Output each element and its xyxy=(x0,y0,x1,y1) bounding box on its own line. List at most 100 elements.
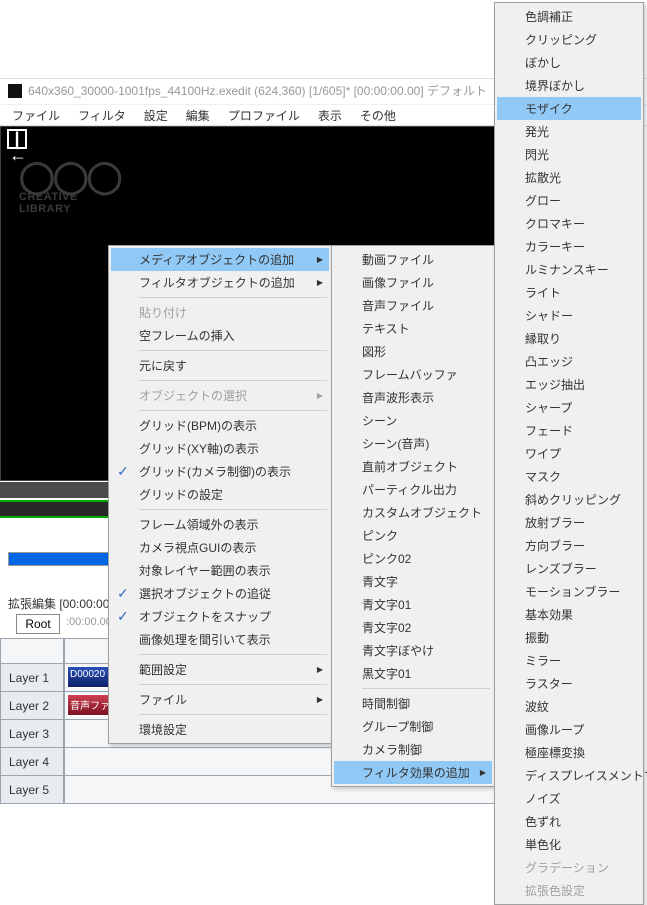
ctx-filter-item-26[interactable]: 基本効果 xyxy=(497,603,641,626)
ctx-media-item-3[interactable]: テキスト xyxy=(334,317,492,340)
ctx-media-item-18[interactable]: 黒文字01 xyxy=(334,662,492,685)
ctx-media-item-22[interactable]: カメラ制御 xyxy=(334,738,492,761)
ctx-filter-item-label: 色ずれ xyxy=(525,813,561,830)
menu-filter[interactable]: フィルタ xyxy=(70,105,134,126)
ctx-media-item-5[interactable]: フレームバッファ xyxy=(334,363,492,386)
ctx-filter-item-32[interactable]: 極座標変換 xyxy=(497,741,641,764)
ctx-media-item-11[interactable]: カスタムオブジェクト xyxy=(334,501,492,524)
ctx-filter-item-27[interactable]: 振動 xyxy=(497,626,641,649)
ctx-filter-item-17[interactable]: シャープ xyxy=(497,396,641,419)
ctx-filter-item-22[interactable]: 放射ブラー xyxy=(497,511,641,534)
ctx-main-item-24[interactable]: ファイル▶ xyxy=(111,688,329,711)
layer-4[interactable]: Layer 4 xyxy=(0,748,64,776)
ctx-media-item-2[interactable]: 音声ファイル xyxy=(334,294,492,317)
ctx-media-item-10[interactable]: パーティクル出力 xyxy=(334,478,492,501)
ctx-main-item-11[interactable]: グリッド(XY軸)の表示 xyxy=(111,437,329,460)
layer-3[interactable]: Layer 3 xyxy=(0,720,64,748)
layer-1[interactable]: Layer 1 xyxy=(0,664,64,692)
ctx-media-item-20[interactable]: 時間制御 xyxy=(334,692,492,715)
menu-other[interactable]: その他 xyxy=(352,105,404,126)
ctx-filter-item-0[interactable]: 色調補正 xyxy=(497,5,641,28)
ctx-main-item-22[interactable]: 範囲設定▶ xyxy=(111,658,329,681)
ctx-main-item-17[interactable]: 対象レイヤー範囲の表示 xyxy=(111,559,329,582)
ctx-media-item-6[interactable]: 音声波形表示 xyxy=(334,386,492,409)
ctx-main-item-15[interactable]: フレーム領域外の表示 xyxy=(111,513,329,536)
ctx-filter-item-13[interactable]: シャドー xyxy=(497,304,641,327)
ctx-filter-item-19[interactable]: ワイプ xyxy=(497,442,641,465)
ctx-main-item-26[interactable]: 環境設定 xyxy=(111,718,329,741)
ctx-filter-item-2[interactable]: ぼかし xyxy=(497,51,641,74)
ctx-main-item-6[interactable]: 元に戻す xyxy=(111,354,329,377)
ctx-filter-item-5[interactable]: 発光 xyxy=(497,120,641,143)
ctx-filter-item-35[interactable]: 色ずれ xyxy=(497,810,641,833)
ctx-filter-item-label: 波紋 xyxy=(525,698,549,715)
ctx-filter-item-23[interactable]: 方向ブラー xyxy=(497,534,641,557)
ctx-main-item-19[interactable]: ✓オブジェクトをスナップ xyxy=(111,605,329,628)
ctx-media-item-label: フィルタ効果の追加 xyxy=(362,764,470,781)
slider-fill xyxy=(9,553,109,565)
ctx-filter-item-8[interactable]: グロー xyxy=(497,189,641,212)
ctx-main-item-label: グリッドの設定 xyxy=(139,486,223,503)
ctx-filter-item-33[interactable]: ディスプレイスメントマップ xyxy=(497,764,641,787)
ctx-filter-item-label: 色調補正 xyxy=(525,8,573,25)
ctx-filter-item-6[interactable]: 閃光 xyxy=(497,143,641,166)
ctx-filter-item-21[interactable]: 斜めクリッピング xyxy=(497,488,641,511)
ctx-media-item-7[interactable]: シーン xyxy=(334,409,492,432)
ctx-media-item-12[interactable]: ピンク xyxy=(334,524,492,547)
ctx-filter-item-20[interactable]: マスク xyxy=(497,465,641,488)
ctx-filter-item-31[interactable]: 画像ループ xyxy=(497,718,641,741)
ctx-filter-item-1[interactable]: クリッピング xyxy=(497,28,641,51)
ctx-media-item-4[interactable]: 図形 xyxy=(334,340,492,363)
menu-view[interactable]: 表示 xyxy=(310,105,350,126)
ctx-media-item-9[interactable]: 直前オブジェクト xyxy=(334,455,492,478)
ctx-filter-item-label: モーションブラー xyxy=(525,583,620,600)
ctx-filter-item-30[interactable]: 波紋 xyxy=(497,695,641,718)
root-button[interactable]: Root xyxy=(16,614,60,634)
ctx-filter-item-24[interactable]: レンズブラー xyxy=(497,557,641,580)
ctx-filter-item-7[interactable]: 拡散光 xyxy=(497,166,641,189)
ctx-main-item-12[interactable]: ✓グリッド(カメラ制御)の表示 xyxy=(111,460,329,483)
menu-profile[interactable]: プロファイル xyxy=(220,105,308,126)
ctx-filter-item-36[interactable]: 単色化 xyxy=(497,833,641,856)
ctx-main-item-20[interactable]: 画像処理を間引いて表示 xyxy=(111,628,329,651)
ctx-filter-item-14[interactable]: 縁取り xyxy=(497,327,641,350)
ctx-filter-item-10[interactable]: カラーキー xyxy=(497,235,641,258)
ctx-filter-item-34[interactable]: ノイズ xyxy=(497,787,641,810)
ctx-filter-item-11[interactable]: ルミナンスキー xyxy=(497,258,641,281)
ctx-main-item-16[interactable]: カメラ視点GUIの表示 xyxy=(111,536,329,559)
ctx-main-item-4[interactable]: 空フレームの挿入 xyxy=(111,324,329,347)
ctx-media-item-17[interactable]: 青文字ぼやけ xyxy=(334,639,492,662)
ctx-main-item-13[interactable]: グリッドの設定 xyxy=(111,483,329,506)
ctx-filter-item-18[interactable]: フェード xyxy=(497,419,641,442)
ctx-main-item-10[interactable]: グリッド(BPM)の表示 xyxy=(111,414,329,437)
ctx-filter-item-28[interactable]: ミラー xyxy=(497,649,641,672)
ctx-media-item-0[interactable]: 動画ファイル xyxy=(334,248,492,271)
ctx-filter-item-25[interactable]: モーションブラー xyxy=(497,580,641,603)
ctx-media-item-15[interactable]: 青文字01 xyxy=(334,593,492,616)
ctx-filter-item-15[interactable]: 凸エッジ xyxy=(497,350,641,373)
ctx-filter-item-29[interactable]: ラスター xyxy=(497,672,641,695)
ctx-filter-item-9[interactable]: クロマキー xyxy=(497,212,641,235)
ctx-media-item-16[interactable]: 青文字02 xyxy=(334,616,492,639)
ctx-main-item-1[interactable]: フィルタオブジェクトの追加▶ xyxy=(111,271,329,294)
ctx-filter-item-4[interactable]: モザイク xyxy=(497,97,641,120)
ctx-filter-item-16[interactable]: エッジ抽出 xyxy=(497,373,641,396)
ctx-main-item-18[interactable]: ✓選択オブジェクトの追従 xyxy=(111,582,329,605)
ctx-media-item-23[interactable]: フィルタ効果の追加▶ xyxy=(334,761,492,784)
ctx-filter-item-3[interactable]: 境界ぼかし xyxy=(497,74,641,97)
ctx-media-item-1[interactable]: 画像ファイル xyxy=(334,271,492,294)
layer-5[interactable]: Layer 5 xyxy=(0,776,64,804)
ctx-main-item-0[interactable]: メディアオブジェクトの追加▶ xyxy=(111,248,329,271)
ctx-media-item-13[interactable]: ピンク02 xyxy=(334,547,492,570)
menu-settings[interactable]: 設定 xyxy=(136,105,176,126)
menu-edit[interactable]: 編集 xyxy=(178,105,218,126)
ctx-media-item-8[interactable]: シーン(音声) xyxy=(334,432,492,455)
seek-start-icon[interactable]: |← xyxy=(7,129,27,149)
ctx-filter-item-12[interactable]: ライト xyxy=(497,281,641,304)
ctx-media-item-14[interactable]: 青文字 xyxy=(334,570,492,593)
menu-file[interactable]: ファイル xyxy=(4,105,68,126)
ctx-filter-item-label: グロー xyxy=(525,192,561,209)
ctx-main-separator xyxy=(139,654,327,655)
ctx-media-item-21[interactable]: グループ制御 xyxy=(334,715,492,738)
layer-2[interactable]: Layer 2 xyxy=(0,692,64,720)
